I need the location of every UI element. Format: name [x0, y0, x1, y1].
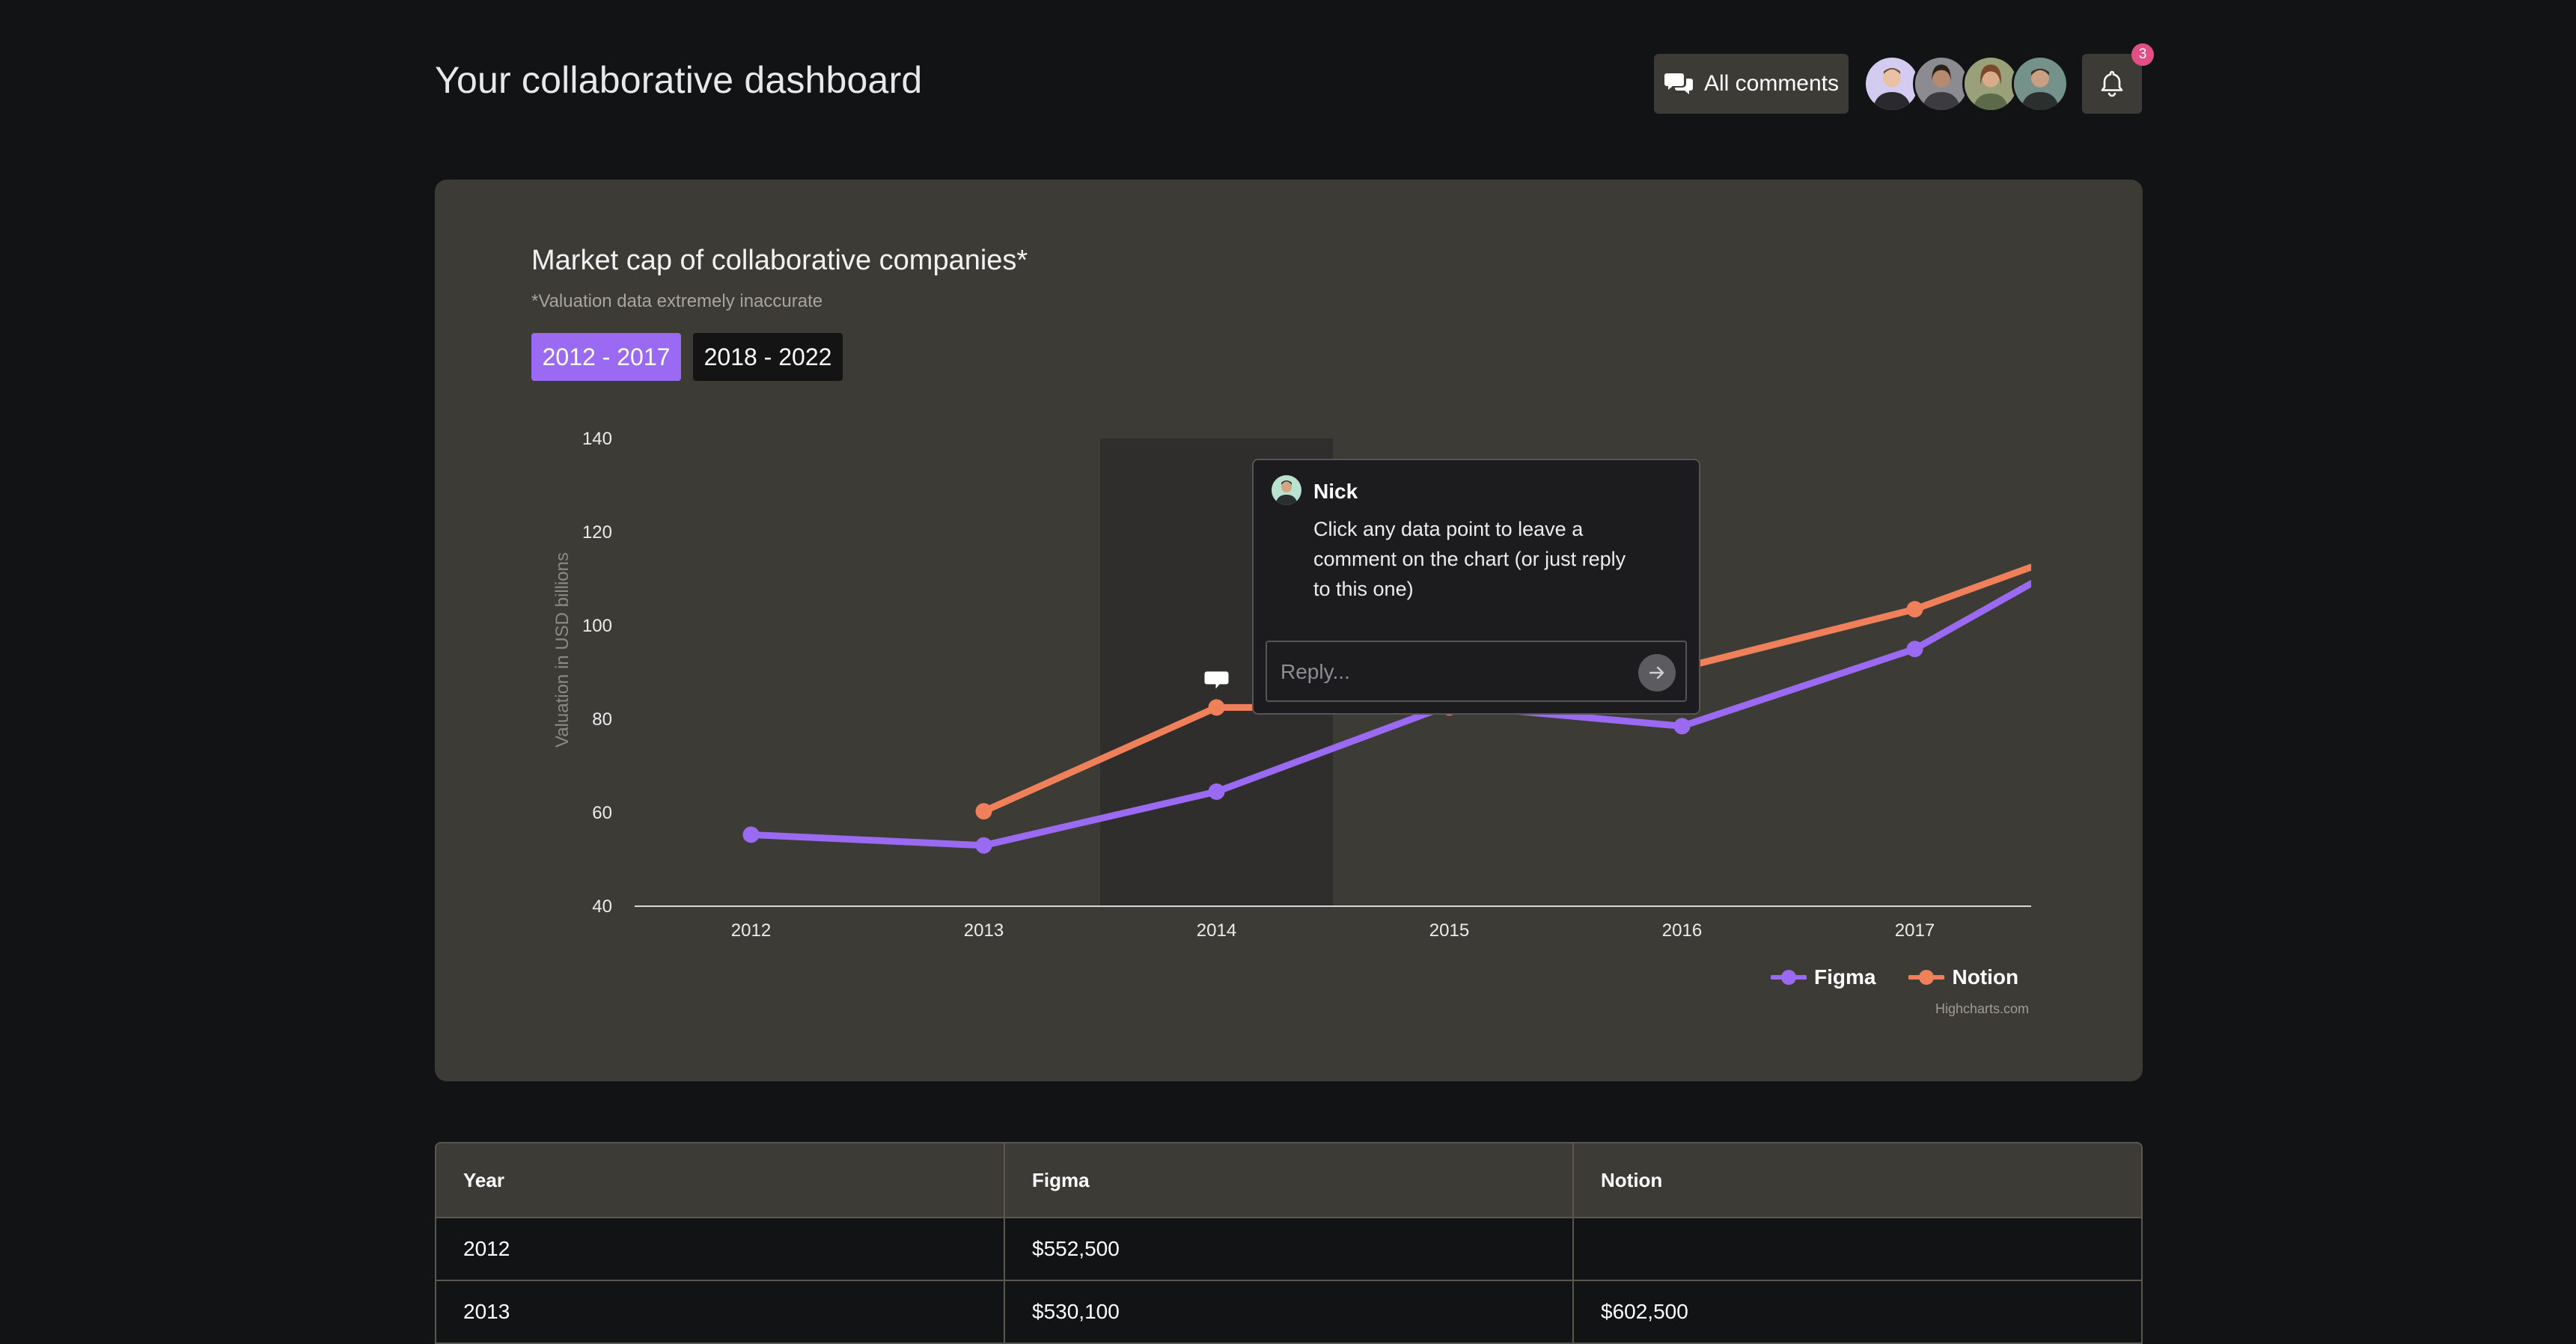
- y-tick-label: 40: [592, 896, 612, 917]
- avatar[interactable]: [1962, 55, 2019, 112]
- table-row: 2012 $552,500: [436, 1217, 2141, 1280]
- table-header-notion[interactable]: Notion: [1572, 1143, 2141, 1217]
- avatar[interactable]: [2012, 55, 2069, 112]
- x-tick-label: 2013: [964, 920, 1004, 941]
- legend-symbol-notion: [1908, 970, 1945, 985]
- notifications-button[interactable]: [2082, 54, 2142, 114]
- data-point-notion[interactable]: [1906, 601, 1923, 618]
- comment-popup: Nick Click any data point to leave a com…: [1252, 459, 1700, 715]
- avatar[interactable]: [1913, 55, 1970, 112]
- table-header: Year Figma Notion: [436, 1143, 2141, 1217]
- reply-input[interactable]: [1279, 656, 1623, 688]
- data-point-figma[interactable]: [742, 826, 760, 843]
- y-tick-label: 80: [592, 709, 612, 730]
- arrow-right-icon: [1649, 666, 1664, 679]
- legend-label-notion: Notion: [1952, 965, 2019, 989]
- table-cell: $552,500: [1004, 1218, 1572, 1280]
- collaborator-avatars: [1864, 55, 2069, 112]
- data-point-notion[interactable]: [1208, 699, 1225, 716]
- data-point-figma[interactable]: [975, 837, 992, 854]
- data-point-figma[interactable]: [1673, 718, 1691, 735]
- table-header-year[interactable]: Year: [436, 1143, 1004, 1217]
- table-cell: [1572, 1218, 2141, 1280]
- range-button-2018-2022[interactable]: 2018 - 2022: [693, 333, 843, 381]
- chart-subtitle: *Valuation data extremely inaccurate: [531, 291, 823, 311]
- comments-icon: [1664, 73, 1693, 94]
- data-point-notion[interactable]: [975, 803, 992, 820]
- notification-badge: 3: [2131, 43, 2154, 66]
- legend-symbol-figma: [1771, 970, 1807, 985]
- send-reply-button[interactable]: [1638, 654, 1676, 691]
- all-comments-button[interactable]: All comments: [1654, 54, 1849, 114]
- y-tick-label: 60: [592, 803, 612, 823]
- avatar[interactable]: [1864, 55, 1920, 112]
- page-title: Your collaborative dashboard: [435, 59, 923, 101]
- y-tick-label: 140: [582, 429, 612, 449]
- comment-author: Nick: [1313, 480, 1358, 503]
- all-comments-label: All comments: [1703, 71, 1840, 96]
- y-axis-title: Valuation in USD billions: [552, 552, 573, 748]
- bell-icon: [2101, 70, 2123, 97]
- comment-author-avatar: [1272, 475, 1301, 505]
- y-tick-label: 100: [582, 616, 612, 636]
- table-row: 2013 $530,100 $602,500: [436, 1280, 2141, 1343]
- range-button-2012-2017[interactable]: 2012 - 2017: [531, 333, 681, 381]
- chart-title: Market cap of collaborative companies*: [531, 245, 1028, 276]
- x-tick-label: 2016: [1662, 920, 1702, 941]
- table-header-figma[interactable]: Figma: [1004, 1143, 1572, 1217]
- legend-item-figma[interactable]: Figma: [1771, 965, 1875, 989]
- table-cell: 2012: [463, 1237, 510, 1260]
- data-point-figma[interactable]: [1208, 783, 1225, 800]
- reply-box: [1266, 641, 1687, 702]
- x-tick-label: 2012: [731, 920, 771, 941]
- legend-label-figma: Figma: [1814, 965, 1876, 989]
- y-tick-label: 120: [582, 522, 612, 543]
- data-point-figma[interactable]: [1906, 641, 1923, 658]
- x-tick-label: 2015: [1429, 920, 1469, 941]
- x-tick-label: 2014: [1197, 920, 1236, 941]
- data-table: Year Figma Notion 2012 $552,500 2013 $53…: [435, 1142, 2143, 1344]
- chart-legend: Figma Notion: [1771, 965, 2018, 989]
- legend-item-notion[interactable]: Notion: [1908, 965, 2018, 989]
- comment-text: Click any data point to leave a comment …: [1313, 518, 1626, 600]
- chart-credits[interactable]: Highcharts.com: [1935, 1001, 2029, 1017]
- x-tick-label: 2017: [1895, 920, 1935, 941]
